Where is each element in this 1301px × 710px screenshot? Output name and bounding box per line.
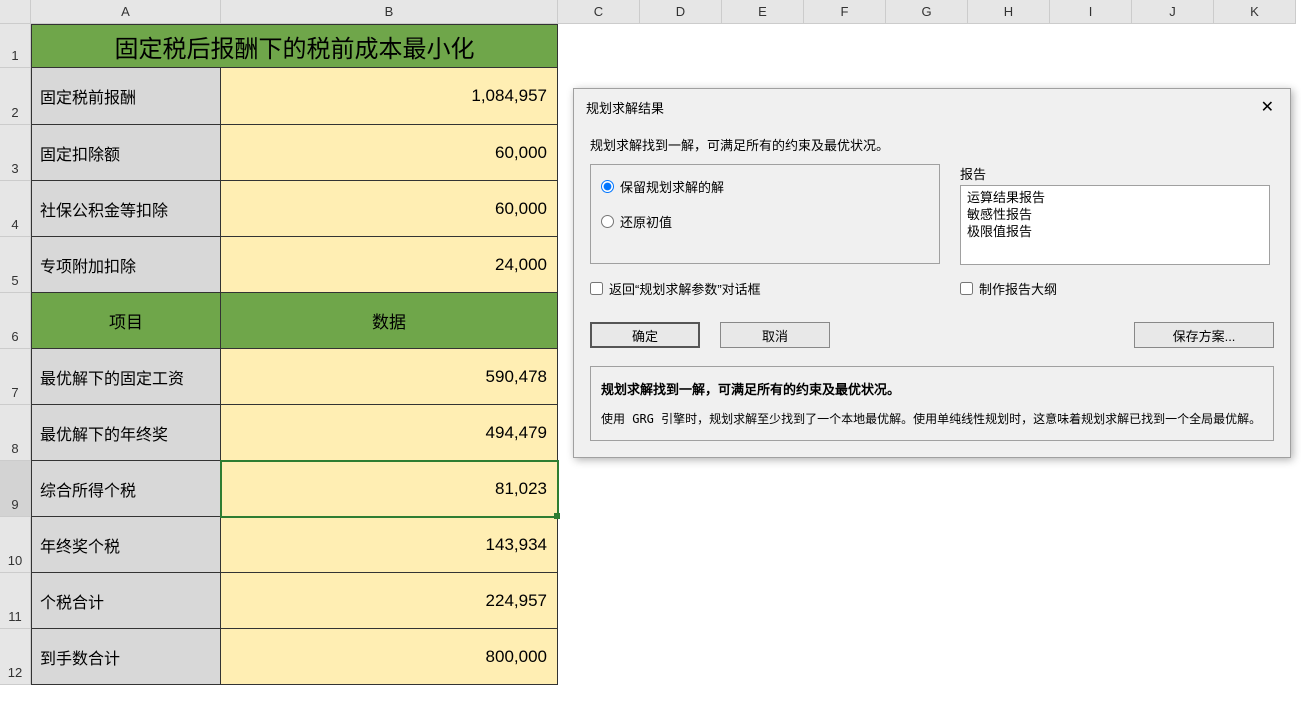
checkbox-return-label: 返回“规划求解参数”对话框: [609, 279, 761, 298]
col-header-H[interactable]: H: [968, 0, 1050, 24]
row-header-5[interactable]: 5: [0, 237, 31, 293]
dialog-titlebar[interactable]: 规划求解结果 ✕: [574, 89, 1290, 125]
cell-A6[interactable]: 项目: [31, 293, 221, 349]
cell-A10[interactable]: 年终奖个税: [31, 517, 221, 573]
checkbox-return-input[interactable]: [590, 282, 603, 295]
row-header-1[interactable]: 1: [0, 24, 31, 68]
row-header-10[interactable]: 10: [0, 517, 31, 573]
cell-A7[interactable]: 最优解下的固定工资: [31, 349, 221, 405]
cell-A4[interactable]: 社保公积金等扣除: [31, 181, 221, 237]
save-scenario-button[interactable]: 保存方案...: [1134, 322, 1274, 348]
row-header-7[interactable]: 7: [0, 349, 31, 405]
cell-B6[interactable]: 数据: [221, 293, 558, 349]
reports-listbox[interactable]: 运算结果报告 敏感性报告 极限值报告: [960, 185, 1270, 265]
result-heading: 规划求解找到一解，可满足所有的约束及最优状况。: [601, 379, 1263, 398]
checkbox-return-dialog[interactable]: 返回“规划求解参数”对话框: [590, 279, 960, 298]
radio-keep-input[interactable]: [601, 180, 614, 193]
row-header-4[interactable]: 4: [0, 181, 31, 237]
cell-A12[interactable]: 到手数合计: [31, 629, 221, 685]
title-cell[interactable]: 固定税后报酬下的税前成本最小化: [31, 24, 558, 68]
col-header-D[interactable]: D: [640, 0, 722, 24]
ok-button[interactable]: 确定: [590, 322, 700, 348]
cell-B8[interactable]: 494,479: [221, 405, 558, 461]
dialog-title-text: 规划求解结果: [586, 98, 664, 117]
cell-A5[interactable]: 专项附加扣除: [31, 237, 221, 293]
column-headers-row: A B C D E F G H I J K: [0, 0, 1296, 24]
cell-B11[interactable]: 224,957: [221, 573, 558, 629]
col-header-I[interactable]: I: [1050, 0, 1132, 24]
radio-keep-solution[interactable]: 保留规划求解的解: [601, 177, 929, 196]
select-all-corner[interactable]: [0, 0, 31, 24]
solution-options-group: 保留规划求解的解 还原初值: [590, 164, 940, 264]
radio-restore-input[interactable]: [601, 215, 614, 228]
cell-B2[interactable]: 1,084,957: [221, 68, 558, 125]
cell-B9-selected[interactable]: 81,023: [221, 461, 558, 517]
cell-B12[interactable]: 800,000: [221, 629, 558, 685]
col-header-F[interactable]: F: [804, 0, 886, 24]
col-header-G[interactable]: G: [886, 0, 968, 24]
row-header-3[interactable]: 3: [0, 125, 31, 181]
result-body-text: 使用 GRG 引擎时，规划求解至少找到了一个本地最优解。使用单纯线性规划时，这意…: [601, 410, 1263, 428]
cell-B7[interactable]: 590,478: [221, 349, 558, 405]
row-header-12[interactable]: 12: [0, 629, 31, 685]
close-icon[interactable]: ✕: [1257, 97, 1278, 117]
checkbox-outline-input[interactable]: [960, 282, 973, 295]
report-item-limits[interactable]: 极限值报告: [967, 224, 1263, 241]
report-item-answer[interactable]: 运算结果报告: [967, 190, 1263, 207]
cell-B10[interactable]: 143,934: [221, 517, 558, 573]
cell-B5[interactable]: 24,000: [221, 237, 558, 293]
cell-A9[interactable]: 综合所得个税: [31, 461, 221, 517]
row-header-8[interactable]: 8: [0, 405, 31, 461]
col-header-K[interactable]: K: [1214, 0, 1296, 24]
cell-A3[interactable]: 固定扣除额: [31, 125, 221, 181]
row-header-2[interactable]: 2: [0, 68, 31, 125]
result-explanation-panel: 规划求解找到一解，可满足所有的约束及最优状况。 使用 GRG 引擎时，规划求解至…: [590, 366, 1274, 441]
reports-label: 报告: [960, 164, 1274, 183]
col-header-A[interactable]: A: [31, 0, 221, 24]
radio-restore-label: 还原初值: [620, 212, 672, 231]
col-header-E[interactable]: E: [722, 0, 804, 24]
cell-B3[interactable]: 60,000: [221, 125, 558, 181]
report-item-sensitivity[interactable]: 敏感性报告: [967, 207, 1263, 224]
col-header-J[interactable]: J: [1132, 0, 1214, 24]
row-header-6[interactable]: 6: [0, 293, 31, 349]
checkbox-outline-reports[interactable]: 制作报告大纲: [960, 279, 1057, 298]
cancel-button[interactable]: 取消: [720, 322, 830, 348]
cell-B4[interactable]: 60,000: [221, 181, 558, 237]
cell-A11[interactable]: 个税合计: [31, 573, 221, 629]
radio-keep-label: 保留规划求解的解: [620, 177, 724, 196]
col-header-C[interactable]: C: [558, 0, 640, 24]
reports-section: 报告 运算结果报告 敏感性报告 极限值报告: [960, 164, 1274, 265]
row-header-11[interactable]: 11: [0, 573, 31, 629]
dialog-body: 规划求解找到一解，可满足所有的约束及最优状况。 保留规划求解的解 还原初值 报告…: [574, 125, 1290, 457]
solver-results-dialog: 规划求解结果 ✕ 规划求解找到一解，可满足所有的约束及最优状况。 保留规划求解的…: [573, 88, 1291, 458]
cell-A8[interactable]: 最优解下的年终奖: [31, 405, 221, 461]
row-header-9[interactable]: 9: [0, 461, 31, 517]
cell-A2[interactable]: 固定税前报酬: [31, 68, 221, 125]
radio-restore-values[interactable]: 还原初值: [601, 212, 929, 231]
dialog-message: 规划求解找到一解，可满足所有的约束及最优状况。: [590, 135, 1274, 154]
col-header-B[interactable]: B: [221, 0, 558, 24]
checkbox-outline-label: 制作报告大纲: [979, 279, 1057, 298]
